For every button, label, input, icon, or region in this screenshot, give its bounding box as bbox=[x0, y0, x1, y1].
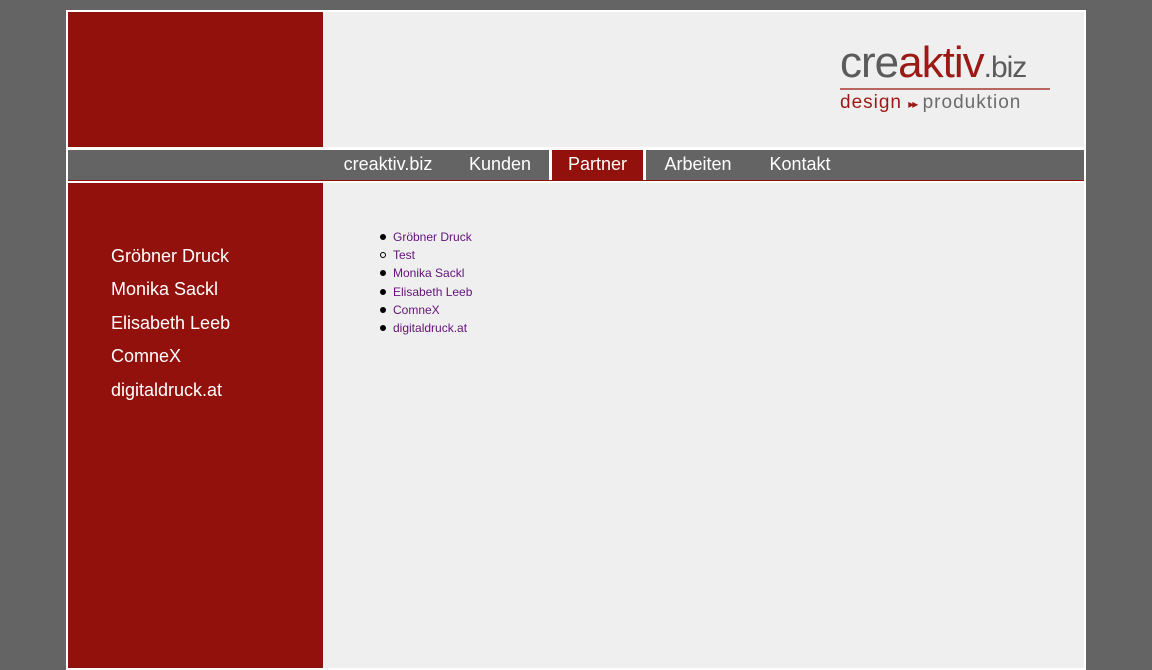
main-nav: creaktiv.biz Kunden Partner Arbeiten Kon… bbox=[68, 150, 1084, 180]
logo-tagline-part2: produktion bbox=[922, 92, 1022, 113]
nav-item-partner[interactable]: Partner bbox=[549, 150, 646, 180]
header-red-block bbox=[68, 12, 323, 147]
nav-item-arbeiten[interactable]: Arbeiten bbox=[646, 150, 750, 180]
partner-link-groebner-druck[interactable]: Gröbner Druck bbox=[393, 230, 472, 244]
list-item: ComneX bbox=[380, 301, 472, 319]
sidebar-item-digitaldruck[interactable]: digitaldruck.at bbox=[111, 380, 222, 401]
site-logo[interactable]: creaktiv.biz design ▸▸ produktion bbox=[840, 38, 1052, 118]
partner-link-elisabeth-leeb[interactable]: Elisabeth Leeb bbox=[393, 285, 472, 299]
logo-text-suffix: .biz bbox=[983, 51, 1028, 84]
list-item: Gröbner Druck bbox=[380, 228, 472, 246]
logo-divider bbox=[840, 88, 1050, 90]
list-item: Test bbox=[380, 246, 472, 264]
list-item: digitaldruck.at bbox=[380, 319, 472, 337]
logo-tagline: design ▸▸ produktion bbox=[840, 92, 1021, 114]
partner-list: Gröbner Druck Test Monika Sackl Elisabet… bbox=[378, 228, 472, 337]
partner-link-digitaldruck[interactable]: digitaldruck.at bbox=[393, 321, 467, 335]
bullet-disc-icon bbox=[380, 234, 386, 240]
logo-wordmark: creaktiv.biz bbox=[840, 38, 1028, 88]
bullet-disc-icon bbox=[380, 306, 386, 313]
sidebar: Gröbner Druck Monika Sackl Elisabeth Lee… bbox=[68, 183, 323, 668]
sidebar-item-monika-sackl[interactable]: Monika Sackl bbox=[111, 279, 218, 300]
logo-arrows-icon: ▸▸ bbox=[908, 97, 918, 111]
nav-item-creaktiv[interactable]: creaktiv.biz bbox=[324, 150, 452, 180]
logo-text-part1: cre bbox=[840, 38, 899, 87]
partner-link-comnex[interactable]: ComneX bbox=[393, 303, 440, 317]
bullet-disc-icon bbox=[380, 288, 386, 295]
partner-link-monika-sackl[interactable]: Monika Sackl bbox=[393, 266, 464, 280]
nav-item-kontakt[interactable]: Kontakt bbox=[750, 150, 850, 180]
logo-text-accent: aktiv bbox=[898, 38, 984, 87]
logo-tagline-part1: design bbox=[840, 92, 902, 113]
header: creaktiv.biz design ▸▸ produktion bbox=[323, 12, 1084, 147]
page-frame: creaktiv.biz design ▸▸ produktion creakt… bbox=[66, 10, 1086, 670]
list-item: Elisabeth Leeb bbox=[380, 283, 472, 301]
nav-item-kunden[interactable]: Kunden bbox=[452, 150, 548, 180]
bullet-disc-icon bbox=[380, 324, 386, 331]
bullet-disc-icon bbox=[380, 270, 386, 277]
sidebar-item-elisabeth-leeb[interactable]: Elisabeth Leeb bbox=[111, 313, 230, 334]
sidebar-item-comnex[interactable]: ComneX bbox=[111, 346, 181, 367]
bullet-circle-icon bbox=[380, 252, 386, 259]
main-content: Gröbner Druck Test Monika Sackl Elisabet… bbox=[323, 183, 1084, 668]
list-item: Monika Sackl bbox=[380, 264, 472, 282]
sidebar-item-groebner-druck[interactable]: Gröbner Druck bbox=[111, 246, 229, 267]
partner-link-test[interactable]: Test bbox=[393, 248, 415, 262]
